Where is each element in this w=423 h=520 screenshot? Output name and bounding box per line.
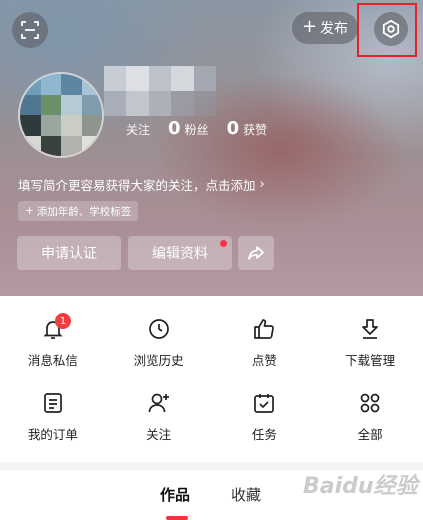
- edit-profile-button[interactable]: 编辑资料: [128, 236, 232, 270]
- watermark: Baidu经验: [303, 474, 418, 499]
- likes-label: 获赞: [243, 123, 268, 137]
- unread-badge: 1: [55, 313, 71, 329]
- grid-item-downloads[interactable]: 下载管理: [317, 304, 423, 378]
- share-icon: [248, 246, 264, 260]
- fans-count: 0: [168, 118, 181, 139]
- share-button[interactable]: [238, 236, 274, 270]
- download-icon: [357, 316, 383, 342]
- scan-icon: [21, 21, 39, 39]
- chevron-right-icon: ›: [259, 177, 265, 192]
- following-stat[interactable]: 关注: [118, 121, 150, 138]
- verify-button[interactable]: 申请认证: [17, 236, 121, 270]
- username-mosaic: [104, 66, 216, 116]
- grid-item-label: 点赞: [251, 353, 277, 368]
- tab-works[interactable]: 作品: [160, 484, 190, 505]
- publish-button[interactable]: + 发布: [292, 12, 358, 44]
- thumbs-up-icon: [251, 316, 277, 342]
- profile-stats: 关注 0 粉丝 0 获赞: [118, 118, 267, 139]
- grid-item-orders[interactable]: 我的订单: [0, 378, 106, 452]
- likes-stat[interactable]: 0 获赞: [227, 118, 268, 139]
- plus-icon: +: [25, 205, 34, 217]
- grid-item-likes[interactable]: 点赞: [212, 304, 318, 378]
- following-label: 关注: [126, 123, 151, 137]
- grid-item-label: 全部: [357, 427, 383, 442]
- grid-item-label: 关注: [146, 427, 172, 442]
- grid-item-history[interactable]: 浏览历史: [106, 304, 212, 378]
- clock-icon: [146, 316, 172, 342]
- notification-dot: [220, 240, 227, 247]
- avatar[interactable]: [18, 72, 104, 158]
- fans-stat[interactable]: 0 粉丝: [168, 118, 209, 139]
- grid-item-following[interactable]: 关注: [106, 378, 212, 452]
- profile-header: + 发布 关注 0 粉丝 0 获赞 填写简介更容易获得大家的关注，点击添加 › …: [0, 0, 423, 296]
- add-tag-chip[interactable]: + 添加年龄、学校标签: [18, 201, 139, 221]
- grid-item-label: 浏览历史: [133, 353, 184, 368]
- tag-chip-label: 添加年龄、学校标签: [36, 205, 132, 218]
- grid-item-label: 下载管理: [345, 353, 396, 368]
- grid-item-tasks[interactable]: 任务: [212, 378, 318, 452]
- grid-item-messages[interactable]: 1 消息私信: [0, 304, 106, 378]
- fans-label: 粉丝: [184, 123, 209, 137]
- order-icon: [40, 390, 66, 416]
- active-tab-indicator: [166, 516, 188, 520]
- add-user-icon: [146, 390, 172, 416]
- tab-favorites[interactable]: 收藏: [231, 484, 261, 505]
- grid-item-all[interactable]: 全部: [317, 378, 423, 452]
- publish-label: 发布: [320, 21, 349, 37]
- calendar-check-icon: [251, 390, 277, 416]
- grid-item-label: 消息私信: [27, 353, 78, 368]
- grid-icon: [357, 390, 383, 416]
- likes-count: 0: [226, 118, 240, 139]
- function-grid: 1 消息私信 浏览历史 点赞 下载管理 我的订单 关注 任务 全部: [0, 304, 423, 452]
- grid-item-label: 我的订单: [27, 427, 78, 442]
- highlight-frame: [357, 3, 417, 57]
- bio-text: 填写简介更容易获得大家的关注，点击添加: [18, 178, 256, 193]
- grid-item-label: 任务: [251, 427, 277, 442]
- scan-button[interactable]: [12, 12, 48, 48]
- plus-icon: +: [301, 16, 318, 37]
- bio-prompt[interactable]: 填写简介更容易获得大家的关注，点击添加 ›: [18, 175, 265, 194]
